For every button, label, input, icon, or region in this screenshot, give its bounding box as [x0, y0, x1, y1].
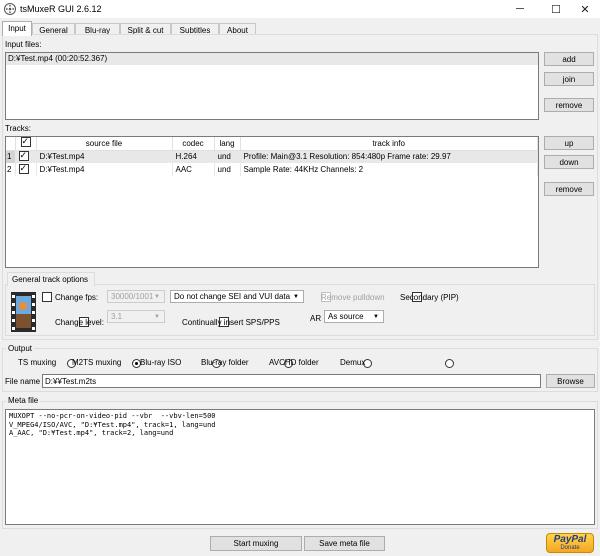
ts-muxing-label[interactable]: TS muxing — [18, 358, 56, 367]
lang-header[interactable]: lang — [214, 137, 241, 151]
tracks-table[interactable]: source file codec lang track info 1 D:¥T… — [5, 136, 539, 268]
row-checkbox-cell[interactable] — [15, 150, 37, 163]
tab-bar: Input General Blu-ray Split & cut Subtit… — [0, 21, 600, 36]
continually-insert-label: Continually insert SPS/PPS — [182, 318, 280, 327]
codec-cell: H.264 — [172, 150, 215, 163]
window-title: tsMuxeR GUI 2.6.12 — [20, 4, 102, 14]
start-muxing-button[interactable]: Start muxing — [210, 536, 302, 551]
ar-select[interactable]: As source ▼ — [324, 310, 384, 323]
table-row[interactable]: 2 D:¥Test.mp4 AAC und Sample Rate: 44KHz… — [6, 163, 538, 176]
sei-select[interactable]: Do not change SEI and VUI data ▼ — [170, 290, 304, 303]
row-checkbox-cell[interactable] — [15, 163, 37, 176]
paypal-donate-button[interactable]: PayPal Donate — [546, 533, 594, 553]
paypal-logo-text: PayPal — [553, 534, 587, 545]
row-number: 1 — [6, 150, 16, 163]
remove-track-button[interactable]: remove — [544, 182, 594, 196]
general-track-options-title: General track options — [7, 272, 95, 286]
tracks-label: Tracks: — [5, 124, 31, 133]
up-button[interactable]: up — [544, 136, 594, 150]
lang-cell: und — [214, 163, 241, 176]
chevron-down-icon: ▼ — [154, 313, 160, 320]
source-file-header[interactable]: source file — [36, 137, 173, 151]
check-all-checkbox[interactable] — [20, 136, 31, 148]
m2ts-muxing-label[interactable]: M2TS muxing — [72, 358, 121, 367]
down-button[interactable]: down — [544, 155, 594, 169]
browse-button[interactable]: Browse — [546, 374, 595, 388]
row-number: 2 — [6, 163, 16, 176]
meta-file-textarea[interactable]: MUXOPT --no-pcr-on-video-pid --vbr --vbv… — [5, 409, 595, 525]
maximize-button[interactable]: ☐ — [541, 0, 571, 18]
sei-value: Do not change SEI and VUI data — [174, 292, 291, 301]
change-level-label: Change level: — [55, 318, 104, 327]
fps-value: 30000/1001 — [111, 292, 154, 301]
fps-select[interactable]: 30000/1001 ▼ — [107, 290, 165, 303]
tracks-header-row: source file codec lang track info — [6, 136, 538, 151]
demux-label[interactable]: Demux — [340, 358, 365, 367]
join-button[interactable]: join — [544, 72, 594, 86]
avchd-folder-label[interactable]: AVCHD folder — [269, 358, 319, 367]
lang-cell: und — [214, 150, 241, 163]
file-name-label: File name — [5, 377, 41, 386]
chevron-down-icon: ▼ — [154, 293, 160, 300]
input-file-item[interactable]: D:¥Test.mp4 (00:20:52.367) — [6, 53, 538, 65]
level-value: 3.1 — [111, 312, 123, 321]
level-select[interactable]: 3.1 ▼ — [107, 310, 165, 323]
secondary-pip-label: Secondary (PIP) — [400, 293, 459, 302]
input-files-label: Input files: — [5, 40, 42, 49]
remove-file-button[interactable]: remove — [544, 98, 594, 112]
chevron-down-icon: ▼ — [293, 293, 299, 300]
check-all-header[interactable] — [15, 136, 37, 151]
input-files-list[interactable]: D:¥Test.mp4 (00:20:52.367) — [5, 52, 539, 120]
ar-value: As source — [328, 312, 364, 321]
file-name-input[interactable]: D:¥¥Test.m2ts — [42, 374, 541, 388]
change-fps-label: Change fps: — [55, 293, 99, 302]
minimize-button[interactable]: ─ — [505, 0, 535, 18]
source-cell: D:¥Test.mp4 — [36, 163, 173, 176]
change-fps-checkbox[interactable] — [42, 292, 52, 302]
ar-label: AR — [310, 314, 322, 323]
close-button[interactable]: ✕ — [570, 0, 600, 18]
track-checkbox[interactable] — [18, 163, 29, 174]
tab-input[interactable]: Input — [2, 21, 32, 36]
remove-pulldown-label: Remove pulldown — [321, 293, 385, 302]
app-icon — [4, 3, 16, 15]
codec-header[interactable]: codec — [172, 137, 215, 151]
source-cell: D:¥Test.mp4 — [36, 150, 173, 163]
add-button[interactable]: add — [544, 52, 594, 66]
info-cell: Profile: Main@3.1 Resolution: 854:480p F… — [240, 150, 538, 163]
row-num-header — [6, 137, 16, 151]
donate-label: Donate — [560, 545, 580, 551]
track-checkbox[interactable] — [18, 150, 29, 161]
title-bar: tsMuxeR GUI 2.6.12 ─ ☐ ✕ — [0, 0, 600, 18]
codec-cell: AAC — [172, 163, 215, 176]
table-row[interactable]: 1 D:¥Test.mp4 H.264 und Profile: Main@3.… — [6, 150, 538, 163]
info-cell: Sample Rate: 44KHz Channels: 2 — [240, 163, 538, 176]
save-meta-file-button[interactable]: Save meta file — [304, 536, 385, 551]
film-strip-icon — [11, 292, 36, 332]
output-label: Output — [6, 344, 35, 353]
blu-ray-folder-label[interactable]: Blu-ray folder — [201, 358, 249, 367]
track-info-header[interactable]: track info — [240, 137, 538, 151]
meta-file-label: Meta file — [6, 396, 41, 405]
chevron-down-icon: ▼ — [373, 313, 379, 320]
blu-ray-iso-label[interactable]: Blu-ray ISO — [140, 358, 181, 367]
